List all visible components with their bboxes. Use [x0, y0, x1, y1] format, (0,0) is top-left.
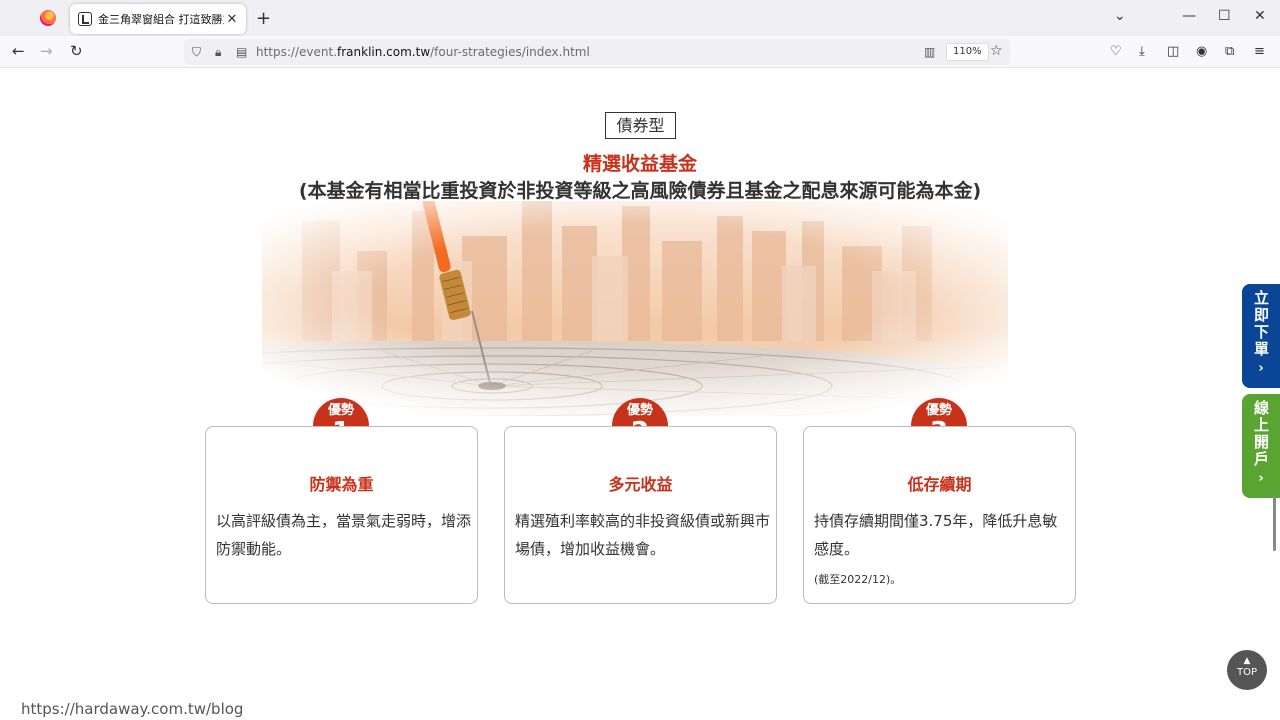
advantage-body: 精選殖利率較高的非投資級債或新興市場債，增加收益機會。: [515, 512, 771, 558]
firefox-logo-icon[interactable]: [40, 10, 56, 26]
advantage-title: 低存續期: [907, 475, 972, 494]
tab-close-icon[interactable]: ✕: [224, 12, 240, 27]
tab-title: 金三角翠窗組合 打這致勝方程式: [98, 13, 224, 26]
chevron-right-icon: ›: [1258, 471, 1264, 486]
site-favicon-icon: [78, 12, 92, 26]
forward-icon[interactable]: →: [40, 42, 53, 60]
advantage-body: 持債存續期間僅3.75年，降低升息敏感度。: [814, 512, 1058, 558]
close-window-button[interactable]: ✕: [1254, 8, 1266, 24]
back-icon[interactable]: ←: [12, 42, 25, 60]
active-tab[interactable]: 金三角翠窗組合 打這致勝方程式 ✕: [70, 4, 246, 34]
download-icon[interactable]: ⤓: [1139, 44, 1145, 59]
tab-bar: 金三角翠窗組合 打這致勝方程式 ✕ + ⌄ — ☐ ✕: [0, 0, 1280, 36]
back-to-top-label: TOP: [1236, 667, 1257, 678]
url-bar[interactable]: ⛉ 🔒︎ ▤ https://event.franklin.com.tw/fou…: [184, 39, 1010, 65]
nav-bar: ← → ↻ ⛉ 🔒︎ ▤ https://event.franklin.com.…: [0, 36, 1280, 68]
shield-icon[interactable]: ⛉: [192, 45, 201, 60]
maximize-button[interactable]: ☐: [1218, 8, 1231, 24]
reload-icon[interactable]: ↻: [70, 42, 83, 60]
permissions-icon[interactable]: ▤: [236, 45, 247, 59]
watermark-text: https://hardaway.com.tw/blog: [21, 700, 244, 718]
advantage-label: 優勢: [925, 403, 952, 418]
page-scrollbar[interactable]: [1273, 495, 1276, 551]
account-icon[interactable]: ◉: [1196, 44, 1207, 59]
back-to-top-button[interactable]: ▲ TOP: [1227, 650, 1267, 690]
dartboard-hero-image: [262, 201, 1008, 416]
fund-type-badge: 債券型: [605, 112, 676, 139]
pocket-icon[interactable]: ♡: [1110, 44, 1122, 59]
advantage-card-3: 低存續期 持債存續期間僅3.75年，降低升息敏感度。 (截至2022/12)。: [803, 426, 1076, 604]
advantage-body: 以高評級債為主，當景氣走弱時，增添防禦動能。: [216, 512, 472, 558]
advantage-card-1: 防禦為重 以高評級債為主，當景氣走弱時，增添防禦動能。: [205, 426, 478, 604]
fund-subtitle: (本基金有相當比重投資於非投資等級之高風險債券且基金之配息來源可能為本金): [298, 180, 982, 202]
advantage-card-2: 多元收益 精選殖利率較高的非投資級債或新興市場債，增加收益機會。: [504, 426, 777, 604]
extensions-icon[interactable]: ⧉: [1225, 44, 1234, 59]
chevron-right-icon: ›: [1258, 361, 1264, 376]
lock-icon[interactable]: 🔒︎: [215, 45, 221, 60]
advantage-title: 防禦為重: [309, 475, 374, 494]
menu-icon[interactable]: ≡: [1254, 44, 1265, 59]
page-content: 債券型 精選收益基金 (本基金有相當比重投資於非投資等級之高風險債券且基金之配息…: [0, 69, 1280, 720]
new-tab-button[interactable]: +: [256, 8, 271, 29]
sidebar-icon[interactable]: ◫: [1167, 44, 1179, 59]
advantage-title: 多元收益: [608, 475, 673, 494]
tab-list-chevron-icon[interactable]: ⌄: [1114, 8, 1126, 24]
arrow-up-icon: ▲: [1243, 656, 1251, 666]
star-icon[interactable]: ☆: [990, 43, 1003, 59]
open-account-label: 線上開戶: [1254, 399, 1270, 468]
minimize-button[interactable]: —: [1182, 8, 1196, 24]
advantage-note: (截至2022/12)。: [814, 573, 902, 586]
advantage-label: 優勢: [626, 403, 653, 418]
reader-icon[interactable]: ▥: [924, 45, 935, 59]
url-text[interactable]: https://event.franklin.com.tw/four-strat…: [256, 45, 590, 59]
order-now-button[interactable]: 立即下單 ›: [1242, 284, 1280, 388]
fund-title: 精選收益基金: [582, 153, 697, 175]
order-now-label: 立即下單: [1254, 289, 1270, 358]
zoom-level[interactable]: 110%: [946, 43, 989, 61]
advantage-label: 優勢: [327, 403, 354, 418]
open-account-button[interactable]: 線上開戶 ›: [1242, 394, 1280, 498]
